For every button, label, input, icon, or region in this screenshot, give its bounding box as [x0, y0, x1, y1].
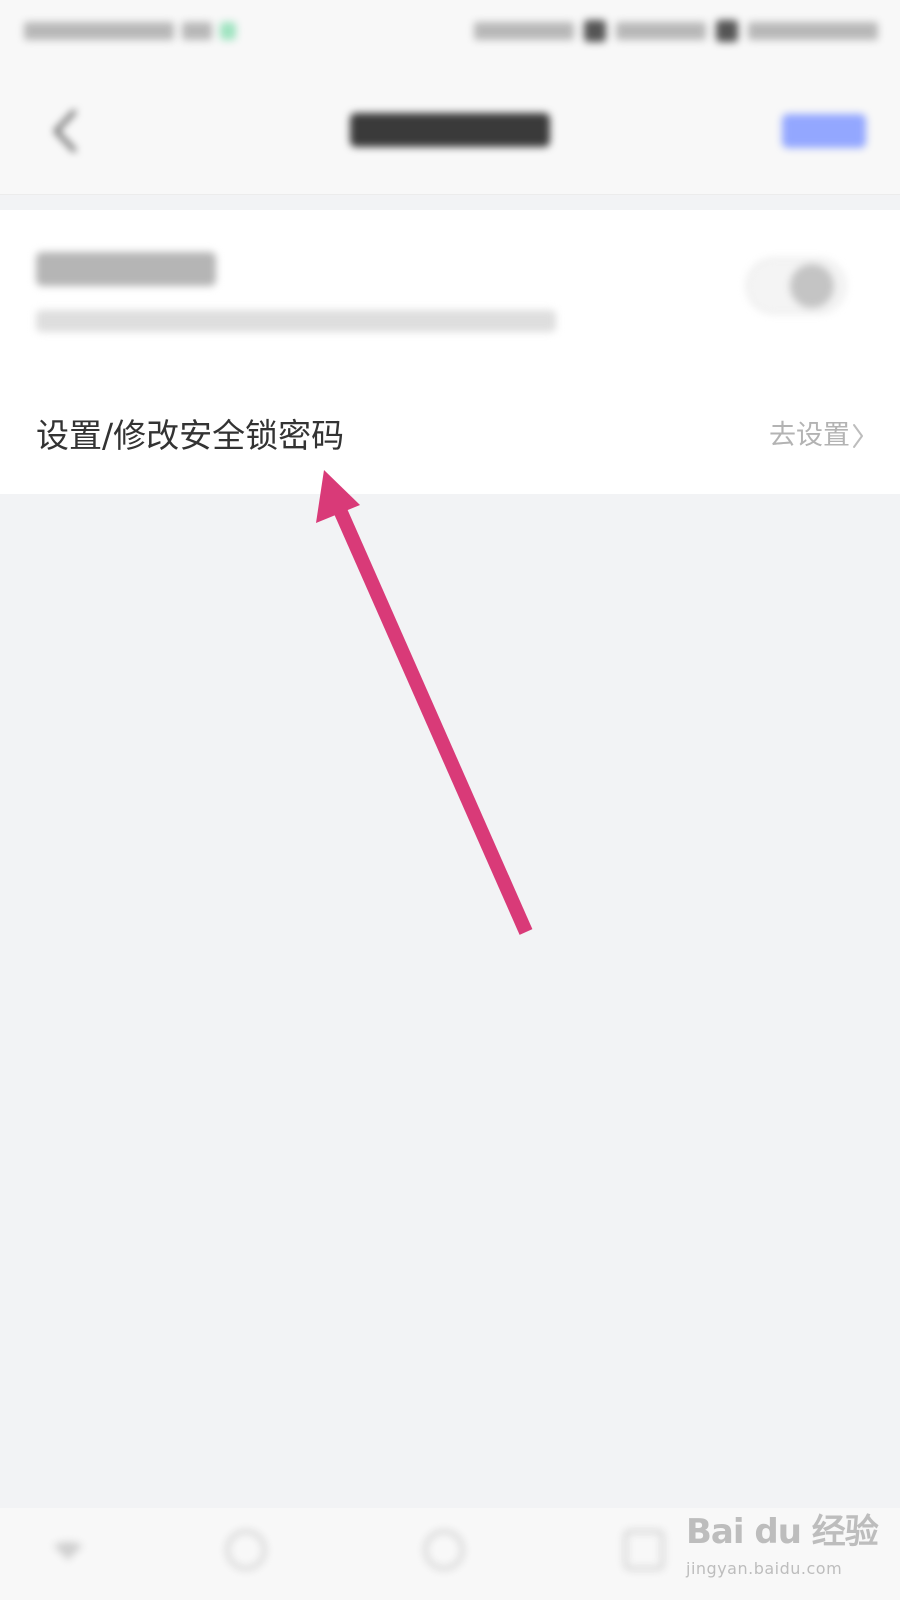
battery-icon [716, 20, 738, 42]
signal-icon [584, 20, 606, 42]
navigation-bar [0, 66, 900, 195]
nav-home-icon[interactable] [226, 1530, 272, 1576]
nav-action-button[interactable] [782, 114, 866, 150]
toggle-knob [790, 264, 834, 308]
status-bar [0, 0, 900, 66]
settings-card: 设置/修改安全锁密码 去设置 [0, 210, 900, 494]
watermark-logo: Bai du 经验 [686, 1512, 879, 1552]
nav-recent-icon[interactable] [424, 1530, 470, 1576]
network-indicator-icon [220, 22, 236, 40]
nav-back-icon[interactable] [50, 1530, 96, 1576]
chevron-right-icon [853, 424, 863, 448]
go-settings-link[interactable]: 去设置 [769, 418, 850, 454]
watermark-url: jingyan.baidu.com [686, 1559, 843, 1578]
lock-setting-row [0, 210, 900, 370]
set-password-label: 设置/修改安全锁密码 [36, 416, 345, 455]
chevron-left-icon [54, 110, 76, 152]
status-icons [474, 18, 878, 44]
back-button[interactable] [40, 106, 90, 156]
baidu-jingyan-watermark: Bai du 经验 jingyan.baidu.com [686, 1504, 886, 1588]
lock-toggle[interactable] [746, 258, 846, 314]
set-password-row[interactable]: 设置/修改安全锁密码 去设置 [0, 390, 900, 494]
page-title [330, 113, 570, 153]
carrier-info [24, 18, 236, 44]
nav-menu-icon[interactable] [624, 1530, 670, 1576]
